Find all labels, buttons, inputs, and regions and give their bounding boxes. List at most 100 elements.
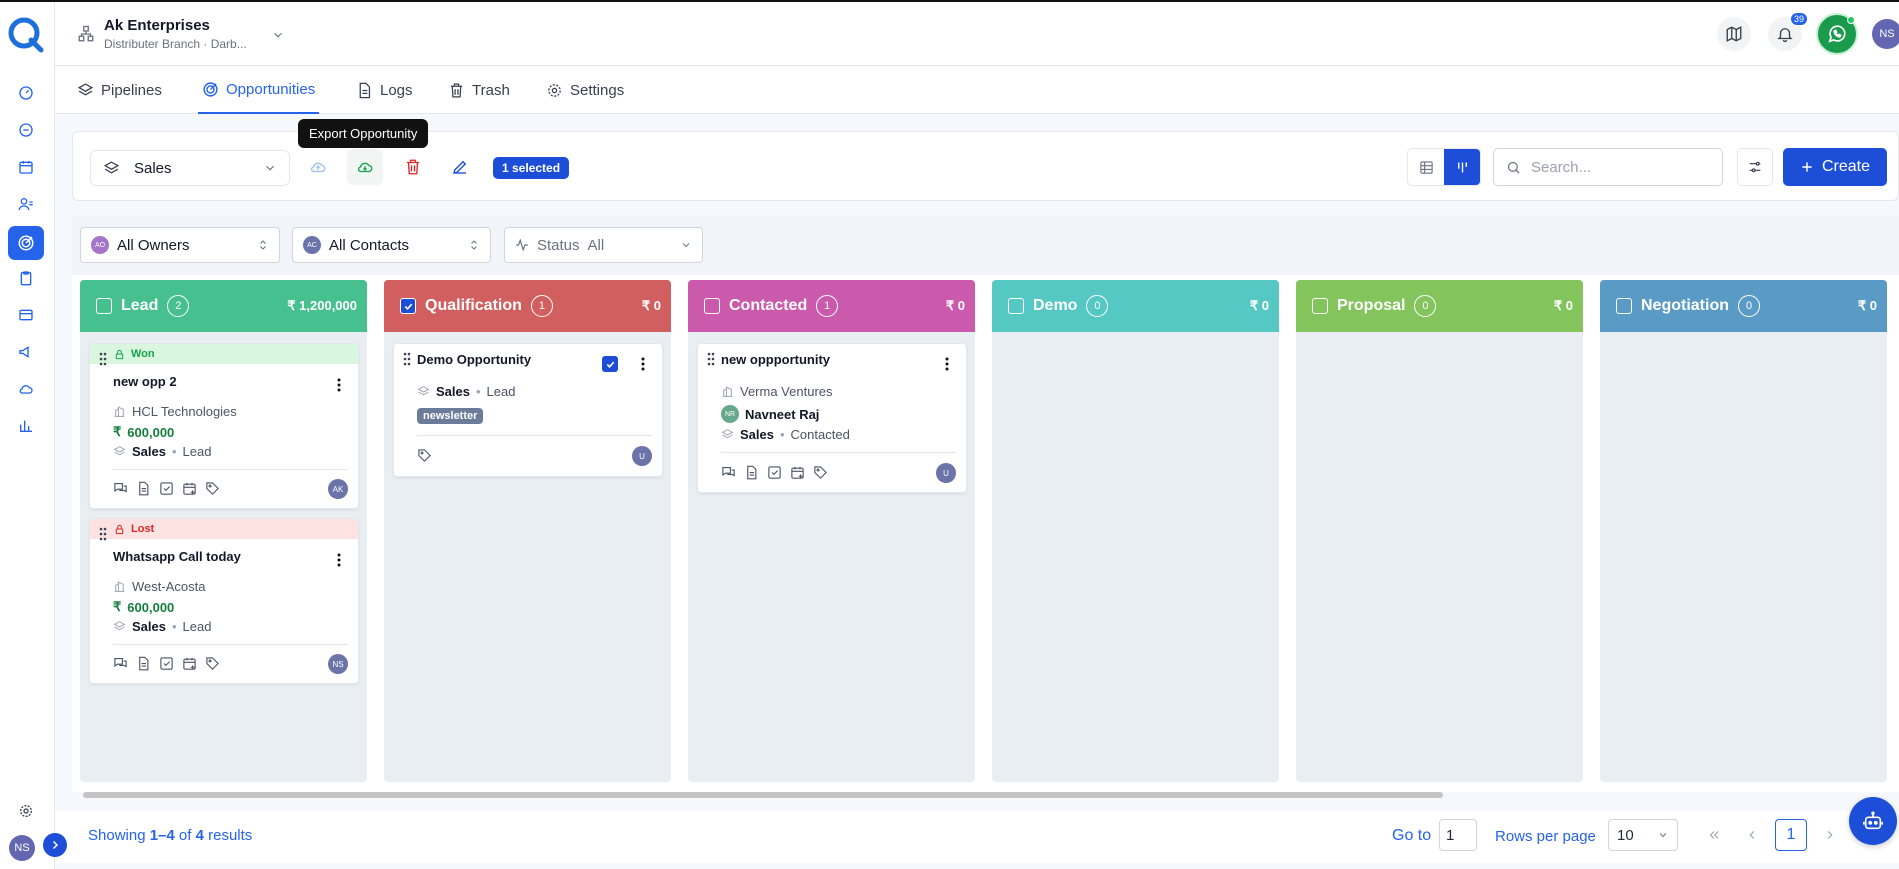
- tab-label: Trash: [472, 81, 510, 99]
- app-logo[interactable]: [7, 16, 45, 54]
- chat-icon[interactable]: [14, 118, 38, 142]
- create-button[interactable]: Create: [1783, 148, 1887, 186]
- pipeline-line: Sales • Lead: [113, 619, 211, 634]
- profile-avatar[interactable]: NS: [1872, 19, 1899, 49]
- notes-icon[interactable]: [744, 465, 759, 480]
- cloud-icon[interactable]: [14, 377, 38, 401]
- pipeline-line: Sales • Lead: [417, 384, 515, 399]
- opportunity-card[interactable]: Won new opp 2 HCL Technologies ₹ 600,000…: [89, 343, 359, 509]
- calendar-add-icon[interactable]: [182, 656, 197, 671]
- column-header: Negotiation 0 ₹ 0: [1600, 280, 1887, 332]
- tab-trash[interactable]: Trash: [448, 66, 510, 114]
- more-options-icon[interactable]: [641, 357, 645, 371]
- org-name[interactable]: Ak Enterprises: [104, 17, 210, 34]
- owner-avatar[interactable]: NS: [328, 654, 348, 674]
- card-icon[interactable]: [14, 303, 38, 327]
- contacts-filter[interactable]: AC All Contacts: [292, 227, 491, 263]
- kanban-view-button[interactable]: [1444, 149, 1480, 185]
- goto-label: Go to: [1392, 827, 1432, 844]
- reports-icon[interactable]: [14, 414, 38, 438]
- column-checkbox[interactable]: [1008, 298, 1024, 314]
- notifications-button[interactable]: 39: [1768, 12, 1808, 51]
- drag-handle-icon[interactable]: [99, 352, 107, 366]
- opportunities-nav-icon[interactable]: [8, 226, 44, 260]
- page-button-current[interactable]: 1: [1775, 819, 1807, 851]
- notes-icon[interactable]: [136, 656, 151, 671]
- dashboard-icon[interactable]: [14, 81, 38, 105]
- column-checkbox[interactable]: [704, 298, 720, 314]
- tag-icon[interactable]: [205, 481, 220, 496]
- owners-filter[interactable]: AO All Owners: [80, 227, 280, 263]
- contact-name[interactable]: Navneet Raj: [745, 407, 819, 422]
- next-page-button[interactable]: [1814, 819, 1846, 851]
- amount-line: ₹ 600,000: [113, 424, 174, 440]
- drag-handle-icon[interactable]: [403, 352, 411, 366]
- whatsapp-button[interactable]: [1816, 13, 1858, 55]
- tag-icon[interactable]: [417, 448, 432, 463]
- owner-avatar[interactable]: U: [936, 463, 956, 483]
- column-proposal: Proposal 0 ₹ 0: [1296, 280, 1583, 782]
- owner-avatar[interactable]: AK: [328, 479, 348, 499]
- sidebar-expand-button[interactable]: [43, 833, 67, 857]
- column-checkbox[interactable]: [1616, 298, 1632, 314]
- filter-settings-button[interactable]: [1737, 148, 1773, 186]
- horizontal-scrollbar[interactable]: [83, 792, 1443, 798]
- more-options-icon[interactable]: [337, 553, 341, 567]
- more-options-icon[interactable]: [945, 357, 949, 371]
- pipeline-select[interactable]: Sales: [90, 150, 290, 186]
- org-structure-icon: [77, 25, 95, 43]
- opportunity-card[interactable]: Lost Whatsapp Call today West-Acosta ₹ 6…: [89, 518, 359, 684]
- settings-gear-icon[interactable]: [14, 799, 38, 823]
- layers-icon: [103, 160, 120, 177]
- more-options-icon[interactable]: [337, 378, 341, 392]
- task-icon[interactable]: [159, 656, 174, 671]
- task-icon[interactable]: [159, 481, 174, 496]
- delete-button[interactable]: [395, 149, 431, 185]
- comments-icon[interactable]: [113, 656, 128, 671]
- assistant-bot-button[interactable]: [1849, 797, 1897, 845]
- rows-per-page-select[interactable]: 10: [1608, 819, 1678, 851]
- opportunity-card[interactable]: Demo Opportunity Sales • Lead newsletter…: [393, 343, 663, 477]
- first-page-button[interactable]: [1698, 819, 1730, 851]
- calendar-add-icon[interactable]: [790, 465, 805, 480]
- import-button[interactable]: [300, 149, 336, 185]
- card-actions: [721, 465, 828, 480]
- tab-settings[interactable]: Settings: [546, 66, 624, 114]
- tab-pipelines[interactable]: Pipelines: [77, 66, 162, 114]
- column-checkbox[interactable]: [400, 298, 416, 314]
- opportunity-card[interactable]: new oppportunity Verma Ventures NR Navne…: [697, 343, 967, 493]
- search-input[interactable]: [1531, 158, 1701, 176]
- contacts-icon[interactable]: [14, 192, 38, 216]
- drag-handle-icon[interactable]: [99, 527, 107, 541]
- megaphone-icon[interactable]: [14, 340, 38, 364]
- card-checkbox[interactable]: [602, 356, 618, 372]
- clipboard-icon[interactable]: [14, 266, 38, 290]
- pipeline-line: Sales • Contacted: [721, 427, 850, 442]
- comments-icon[interactable]: [113, 481, 128, 496]
- status-label: Lost: [131, 523, 155, 535]
- tab-opportunities[interactable]: Opportunities: [198, 66, 320, 114]
- tab-logs[interactable]: Logs: [356, 66, 413, 114]
- lock-icon: [114, 524, 125, 535]
- owner-avatar[interactable]: U: [632, 446, 652, 466]
- edit-button[interactable]: [442, 149, 478, 185]
- chevron-down-icon[interactable]: [271, 28, 285, 42]
- export-button[interactable]: [347, 149, 383, 185]
- calendar-icon[interactable]: [14, 155, 38, 179]
- status-filter[interactable]: Status All: [504, 227, 703, 263]
- user-avatar[interactable]: NS: [9, 835, 35, 861]
- tag-icon[interactable]: [205, 656, 220, 671]
- column-amount: ₹ 1,200,000: [287, 298, 357, 313]
- map-button[interactable]: [1717, 17, 1751, 51]
- table-view-button[interactable]: [1408, 149, 1444, 185]
- tag-icon[interactable]: [813, 465, 828, 480]
- comments-icon[interactable]: [721, 465, 736, 480]
- column-checkbox[interactable]: [96, 298, 112, 314]
- drag-handle-icon[interactable]: [707, 352, 715, 366]
- notes-icon[interactable]: [136, 481, 151, 496]
- prev-page-button[interactable]: [1736, 819, 1768, 851]
- task-icon[interactable]: [767, 465, 782, 480]
- goto-page-input[interactable]: 1: [1439, 819, 1477, 851]
- calendar-add-icon[interactable]: [182, 481, 197, 496]
- column-checkbox[interactable]: [1312, 298, 1328, 314]
